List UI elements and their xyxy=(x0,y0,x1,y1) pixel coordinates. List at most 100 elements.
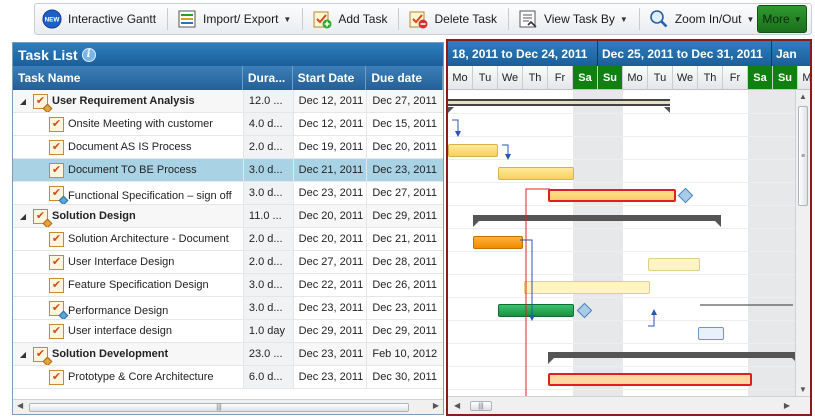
table-row[interactable]: Onsite Meeting with customer4.0 d...Dec … xyxy=(13,113,443,136)
due-date-cell[interactable]: Dec 27, 2011 xyxy=(366,182,443,204)
tree-expand-icon[interactable]: ◢ xyxy=(17,350,29,359)
due-date-cell[interactable]: Dec 27, 2011 xyxy=(366,90,443,112)
table-row[interactable]: Performance Design3.0 d...Dec 23, 2011De… xyxy=(13,297,443,320)
duration-cell[interactable]: 3.0 d... xyxy=(242,182,293,204)
table-row[interactable]: Functional Specification – sign off 3.0 d… xyxy=(13,182,443,205)
scrollbar-thumb[interactable]: ||| xyxy=(29,403,409,412)
due-date-cell[interactable]: Dec 15, 2011 xyxy=(366,113,443,135)
duration-cell[interactable]: 12.0 ... xyxy=(242,90,293,112)
start-date-cell[interactable]: Dec 12, 2011 xyxy=(292,90,367,112)
start-date-cell[interactable]: Dec 23, 2011 xyxy=(292,343,367,365)
table-row[interactable]: User interface design1.0 dayDec 29, 2011… xyxy=(13,320,443,343)
toolbar-separator xyxy=(638,8,640,30)
start-date-cell[interactable]: Dec 19, 2011 xyxy=(292,136,367,158)
task-name-cell[interactable]: ◢ Solution Design xyxy=(13,205,243,227)
duration-cell[interactable]: 11.0 ... xyxy=(242,205,293,227)
task-name-cell[interactable]: Functional Specification – sign off xyxy=(13,182,243,204)
task-name-cell[interactable]: Performance Design xyxy=(13,297,243,319)
start-date-cell[interactable]: Dec 23, 2011 xyxy=(292,182,367,204)
due-date-cell[interactable]: Dec 20, 2011 xyxy=(366,136,443,158)
tree-expand-icon[interactable]: ◢ xyxy=(17,212,29,221)
due-date-cell[interactable]: Dec 28, 2011 xyxy=(366,251,443,273)
column-header-due-date[interactable]: Due date xyxy=(366,66,443,90)
table-row[interactable]: Solution Architecture - Document 2.0 d...… xyxy=(13,228,443,251)
task-name-cell[interactable]: User Interface Design xyxy=(13,251,243,273)
scroll-left-icon[interactable]: ◀ xyxy=(454,401,460,410)
task-name-cell[interactable]: ◢ User Requirement Analysis xyxy=(13,90,243,112)
table-row[interactable]: ◢ Solution Development 23.0 ...Dec 23, 201… xyxy=(13,343,443,366)
start-date-cell[interactable]: Dec 23, 2011 xyxy=(292,366,367,388)
start-date-cell[interactable]: Dec 23, 2011 xyxy=(292,297,367,319)
due-date-cell[interactable]: Feb 10, 2012 xyxy=(366,343,443,365)
scroll-right-icon[interactable]: ▶ xyxy=(433,401,439,410)
duration-cell[interactable]: 4.0 d... xyxy=(242,113,293,135)
duration-cell[interactable]: 3.0 d... xyxy=(242,159,293,181)
task-name-label: Solution Architecture - Document xyxy=(68,233,229,245)
task-name-cell[interactable]: Prototype & Core Architecture xyxy=(13,366,243,388)
tree-expand-icon[interactable]: ◢ xyxy=(17,97,29,106)
scroll-down-icon[interactable]: ▼ xyxy=(799,385,807,394)
duration-cell[interactable]: 6.0 d... xyxy=(242,366,293,388)
task-name-cell[interactable]: Document AS IS Process xyxy=(13,136,243,158)
due-date-cell[interactable]: Dec 30, 2011 xyxy=(366,366,443,388)
task-name-cell[interactable]: ◢ Solution Development xyxy=(13,343,243,365)
duration-cell[interactable]: 3.0 d... xyxy=(242,297,293,319)
day-header: Sa xyxy=(573,66,598,90)
task-name-cell[interactable]: Document TO BE Process xyxy=(13,159,243,181)
due-date-cell[interactable]: Dec 23, 2011 xyxy=(366,159,443,181)
task-name-cell[interactable]: Onsite Meeting with customer xyxy=(13,113,243,135)
more-label: More xyxy=(762,12,790,26)
start-date-cell[interactable]: Dec 20, 2011 xyxy=(292,205,367,227)
zoom-in-out-button[interactable]: Zoom In/Out ▼ xyxy=(643,4,761,34)
start-date-cell[interactable]: Dec 27, 2011 xyxy=(292,251,367,273)
due-date-cell[interactable]: Dec 23, 2011 xyxy=(366,297,443,319)
column-header-task-name[interactable]: Task Name xyxy=(13,66,243,90)
start-date-cell[interactable]: Dec 21, 2011 xyxy=(292,159,367,181)
scroll-left-icon[interactable]: ◀ xyxy=(17,401,23,410)
duration-cell[interactable]: 1.0 day xyxy=(242,320,293,342)
import-export-button[interactable]: Import/ Export ▼ xyxy=(171,4,297,34)
scroll-up-icon[interactable]: ▲ xyxy=(799,92,807,101)
due-date-cell[interactable]: Dec 26, 2011 xyxy=(366,274,443,296)
table-row[interactable]: ◢ User Requirement Analysis 12.0 ...Dec 12… xyxy=(13,90,443,113)
add-task-button[interactable]: Add Task xyxy=(306,4,393,34)
more-button[interactable]: More ▼ xyxy=(757,5,807,33)
due-date-cell[interactable]: Dec 29, 2011 xyxy=(366,320,443,342)
duration-cell[interactable]: 3.0 d... xyxy=(242,274,293,296)
duration-cell[interactable]: 2.0 d... xyxy=(242,228,293,250)
scroll-right-icon[interactable]: ▶ xyxy=(784,401,790,410)
task-name-cell[interactable]: Feature Specification Design xyxy=(13,274,243,296)
duration-cell[interactable]: 23.0 ... xyxy=(242,343,293,365)
start-date-cell[interactable]: Dec 12, 2011 xyxy=(292,113,367,135)
view-task-by-button[interactable]: View Task By ▼ xyxy=(512,4,634,34)
scrollbar-thumb[interactable]: ||| xyxy=(470,401,492,411)
due-date-cell[interactable]: Dec 29, 2011 xyxy=(366,205,443,227)
duration-cell[interactable]: 2.0 d... xyxy=(242,136,293,158)
column-header-start-date[interactable]: Start Date xyxy=(293,66,367,90)
duration-cell[interactable]: 2.0 d... xyxy=(242,251,293,273)
table-row[interactable]: Document TO BE Process 3.0 d...Dec 21, 20… xyxy=(13,159,443,182)
table-row[interactable]: Prototype & Core Architecture6.0 d...Dec… xyxy=(13,366,443,389)
delete-task-button[interactable]: Delete Task xyxy=(402,4,502,34)
table-row[interactable]: Feature Specification Design3.0 d...Dec … xyxy=(13,274,443,297)
due-date-cell[interactable]: Dec 21, 2011 xyxy=(366,228,443,250)
task-list-horizontal-scrollbar[interactable]: ◀ ||| ▶ xyxy=(13,399,443,414)
gantt-vertical-scrollbar[interactable]: ▲ ≡ ▼ xyxy=(795,90,810,396)
table-row[interactable]: User Interface Design 2.0 d...Dec 27, 201… xyxy=(13,251,443,274)
task-name-cell[interactable]: Solution Architecture - Document xyxy=(13,228,243,250)
interactive-gantt-button[interactable]: NEW Interactive Gantt xyxy=(36,4,162,34)
task-group-icon xyxy=(33,93,53,112)
info-icon[interactable]: i xyxy=(81,47,96,62)
task-name-cell[interactable]: User interface design xyxy=(13,320,243,342)
start-date-cell[interactable]: Dec 20, 2011 xyxy=(292,228,367,250)
task-name-label: Prototype & Core Architecture xyxy=(68,371,214,383)
scrollbar-thumb[interactable]: ≡ xyxy=(798,106,808,206)
column-header-duration[interactable]: Dura... xyxy=(243,66,293,90)
gantt-horizontal-scrollbar[interactable]: ◀ ||| ▶ xyxy=(448,396,810,414)
start-date-cell[interactable]: Dec 29, 2011 xyxy=(292,320,367,342)
table-row[interactable]: ◢ Solution Design 11.0 ...Dec 20, 2011Dec … xyxy=(13,205,443,228)
task-icon xyxy=(49,300,69,319)
table-row[interactable]: Document AS IS Process 2.0 d...Dec 19, 20… xyxy=(13,136,443,159)
start-date-cell[interactable]: Dec 22, 2011 xyxy=(292,274,367,296)
task-name-label: Feature Specification Design xyxy=(68,279,209,291)
